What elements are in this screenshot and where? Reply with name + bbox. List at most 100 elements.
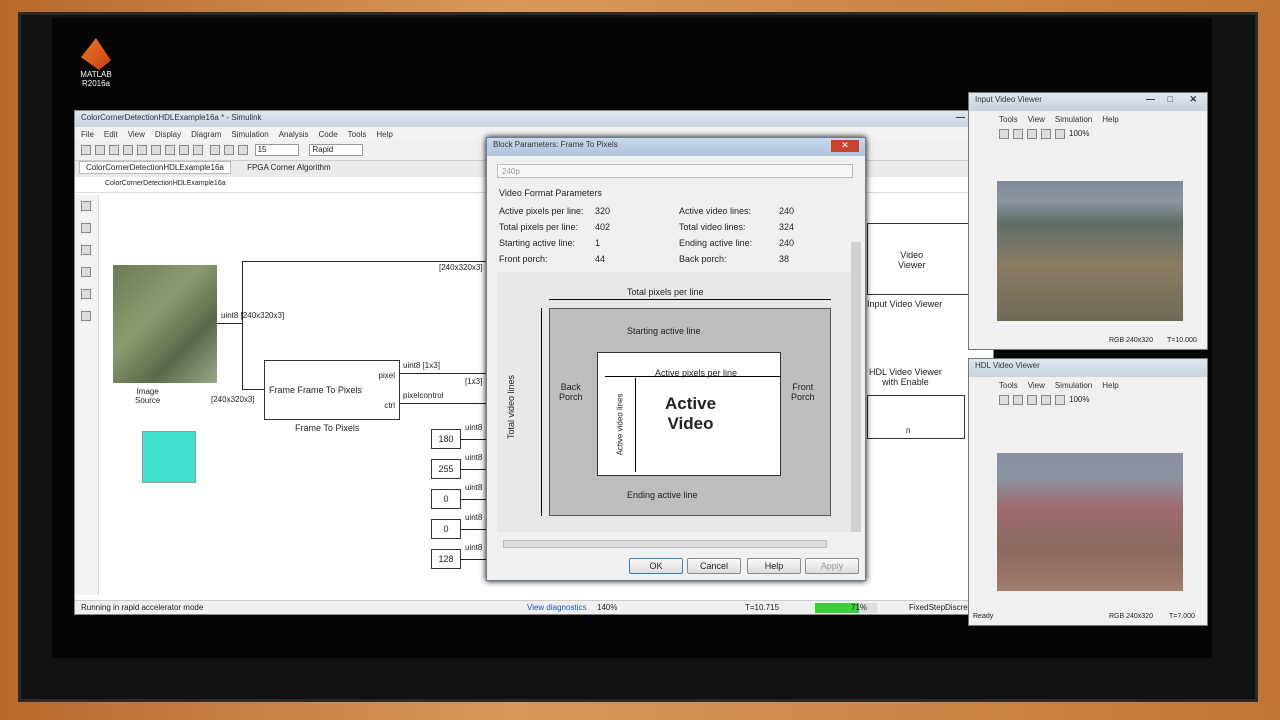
forward-icon[interactable] — [137, 145, 147, 155]
minimize-button[interactable]: — — [1146, 94, 1155, 104]
menu-simulation[interactable]: Simulation — [1055, 115, 1092, 124]
menu-file[interactable]: File — [81, 130, 94, 139]
zoom-out-icon[interactable] — [1027, 129, 1037, 139]
zoom-level: 100% — [1069, 395, 1090, 405]
library-icon[interactable] — [165, 145, 175, 155]
format-figure: Total pixels per line Starting active li… — [497, 272, 853, 532]
menu-tools[interactable]: Tools — [348, 130, 367, 139]
constant-block[interactable]: 128 — [431, 549, 461, 569]
info-icon[interactable] — [999, 395, 1009, 405]
input-viewer-menu: Tools View Simulation Help — [969, 111, 1207, 128]
settings-gear-icon[interactable] — [179, 145, 189, 155]
constant-block[interactable]: 0 — [431, 519, 461, 539]
wire — [461, 439, 487, 440]
minimize-button[interactable]: — — [956, 112, 965, 122]
step-icon[interactable] — [237, 145, 248, 155]
param-label: Starting active line: — [499, 238, 576, 248]
menu-help[interactable]: Help — [376, 130, 392, 139]
menu-view[interactable]: View — [128, 130, 145, 139]
view-diagnostics-link[interactable]: View diagnostics — [527, 603, 586, 612]
menu-simulation[interactable]: Simulation — [1055, 381, 1092, 390]
menu-edit[interactable]: Edit — [104, 130, 118, 139]
zoom-in-icon[interactable] — [1013, 129, 1023, 139]
stop-icon[interactable] — [223, 145, 234, 155]
annotation-icon[interactable] — [81, 267, 91, 277]
end-line-label: Ending active line — [627, 490, 698, 500]
hdl-viewer-status: Ready — [973, 613, 994, 620]
wire — [400, 403, 486, 404]
image-icon[interactable] — [81, 289, 91, 299]
sim-time: T=10.715 — [745, 603, 780, 612]
zoom-out-icon[interactable] — [1027, 395, 1037, 405]
wire — [217, 323, 243, 324]
constant-block[interactable]: 180 — [431, 429, 461, 449]
total-lines-label: Total video lines — [506, 374, 517, 440]
fit-icon[interactable] — [1055, 395, 1065, 405]
close-button[interactable]: ✕ — [1189, 94, 1197, 105]
cancel-button[interactable]: Cancel — [687, 558, 741, 574]
active-lines-label: Active video lines — [615, 393, 625, 456]
new-icon[interactable] — [81, 145, 91, 155]
back-icon[interactable] — [123, 145, 133, 155]
input-viewer-label: Input Video Viewer — [867, 299, 943, 309]
run-icon[interactable] — [209, 145, 220, 155]
model-explorer-icon[interactable] — [193, 145, 203, 155]
frame-to-pixels-block[interactable]: Frame Frame To Pixels pixel ctrl — [264, 360, 400, 420]
wire — [461, 559, 487, 560]
save-icon[interactable] — [109, 145, 119, 155]
back-porch-label: Back Porch — [559, 382, 583, 402]
horizontal-scrollbar[interactable] — [503, 540, 827, 548]
image-source-label: Image Source — [135, 387, 161, 405]
apply-button[interactable]: Apply — [805, 558, 859, 574]
matlab-desktop-icon[interactable]: MATLAB R2016a — [74, 38, 118, 98]
ok-button[interactable]: OK — [629, 558, 683, 574]
constant-block[interactable]: 0 — [431, 489, 461, 509]
tab-model[interactable]: ColorCornerDetectionHDLExample16a — [79, 161, 231, 174]
menu-diagram[interactable]: Diagram — [191, 130, 221, 139]
zoom-icon[interactable] — [81, 201, 91, 211]
info-icon[interactable] — [999, 129, 1009, 139]
scroll-thumb[interactable] — [851, 242, 861, 532]
arrow-icon[interactable] — [81, 245, 91, 255]
zoom-level: 140% — [597, 603, 618, 612]
menu-view[interactable]: View — [1028, 381, 1045, 390]
pan-icon[interactable] — [1041, 129, 1051, 139]
menu-display[interactable]: Display — [155, 130, 181, 139]
active-ppl-label: Active pixels per line — [655, 368, 738, 378]
image-source-block[interactable] — [113, 265, 217, 383]
menu-tools[interactable]: Tools — [999, 381, 1018, 390]
input-viewer-titlebar: Input Video Viewer — □ ✕ — [969, 93, 1207, 111]
maximize-button[interactable]: □ — [1168, 94, 1173, 104]
sim-mode-select[interactable]: Rapid — [309, 144, 364, 156]
open-icon[interactable] — [95, 145, 105, 155]
tab-fpga[interactable]: FPGA Corner Algorithm — [241, 162, 337, 173]
zoom-in-icon[interactable] — [1013, 395, 1023, 405]
hdl-viewer-time: T=7.000 — [1169, 613, 1195, 620]
video-viewer-block[interactable]: Video Viewer — [867, 223, 971, 295]
menu-code[interactable]: Code — [319, 130, 338, 139]
hdl-viewer-block[interactable]: n — [867, 395, 965, 439]
enable-block[interactable] — [142, 431, 196, 483]
menu-tools[interactable]: Tools — [999, 115, 1018, 124]
menu-analysis[interactable]: Analysis — [279, 130, 309, 139]
stop-time-input[interactable]: 15 — [254, 144, 299, 156]
dialog-close-button[interactable]: ✕ — [831, 140, 859, 152]
pan-icon[interactable] — [1041, 395, 1051, 405]
fit-icon[interactable] — [1055, 129, 1065, 139]
area-icon[interactable] — [81, 311, 91, 321]
menu-view[interactable]: View — [1028, 115, 1045, 124]
status-message: Running in rapid accelerator mode — [81, 603, 204, 612]
fit-icon[interactable] — [81, 223, 91, 233]
param-value: 44 — [595, 254, 606, 264]
menu-simulation[interactable]: Simulation — [231, 130, 268, 139]
vertical-scrollbar[interactable] — [851, 242, 861, 532]
video-format-select[interactable]: 240p — [497, 164, 853, 178]
help-button[interactable]: Help — [747, 558, 801, 574]
up-icon[interactable] — [151, 145, 161, 155]
constant-block[interactable]: 255 — [431, 459, 461, 479]
menu-help[interactable]: Help — [1102, 115, 1118, 124]
constant-type-label: uint8 — [465, 453, 483, 462]
menu-help[interactable]: Help — [1102, 381, 1118, 390]
port-pixel: pixel — [378, 371, 395, 380]
wire — [461, 499, 487, 500]
